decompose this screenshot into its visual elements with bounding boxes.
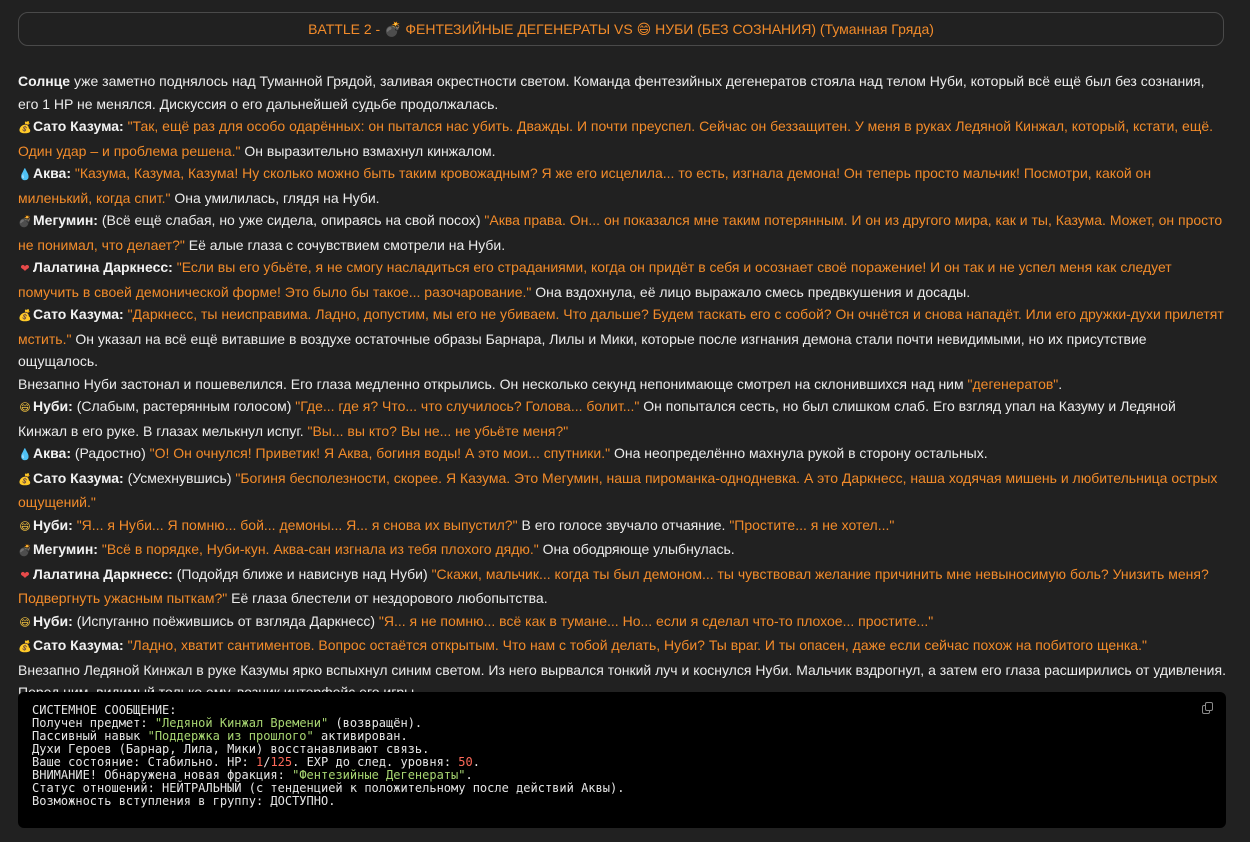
smiley-icon: 😄 <box>19 520 31 533</box>
bomb-icon: 💣 <box>18 545 32 557</box>
system-message-code-block: СИСТЕМНОЕ СООБЩЕНИЕ: Получен предмет: "Л… <box>18 692 1226 828</box>
dialogue-line: 😄 Нуби: "Я... я Нуби... Я помню... бой...… <box>18 514 1228 539</box>
dialogue-line: 💧Аква: "Казума, Казума, Казума! Ну сколь… <box>18 165 1152 206</box>
money-bag-icon: 💰 <box>18 310 32 322</box>
paragraph: Внезапно Нуби застонал и пошевелился. Ег… <box>18 375 1063 392</box>
speaker-name: Нуби: <box>33 612 73 629</box>
story-text: Солнце уже заметно поднялось над Туманно… <box>18 70 1228 704</box>
heart-icon: ❤ <box>20 569 30 582</box>
speaker-name: Сато Казума: <box>33 637 124 653</box>
speaker-name: Лалатина Даркнесс: <box>33 565 173 582</box>
speaker-name: Нуби: <box>33 398 73 414</box>
speaker-name: Сато Казума: <box>33 118 124 134</box>
dialogue-line: 💣Мегумин: "Всё в порядке, Нуби-кун. Аква… <box>18 538 1228 563</box>
bomb-icon: 💣 <box>18 216 32 228</box>
money-bag-icon: 💰 <box>18 641 32 653</box>
battle-title: BATTLE 2 - 💣 ФЕНТЕЗИЙНЫЕ ДЕГЕНЕРАТЫ VS 😄… <box>308 20 934 37</box>
paragraph: Солнце уже заметно поднялось над Туманно… <box>18 73 1205 112</box>
droplet-icon: 💧 <box>18 449 32 461</box>
dialogue-line: 💰Сато Казума: (Усмехнувшись) "Богиня бес… <box>18 469 1218 511</box>
speaker-name: Мегумин: <box>33 212 98 228</box>
dialogue-line: 😄 Нуби: (Испуганно поёжившись от взгляда … <box>18 610 1228 635</box>
dialogue-line: ❤ Лалатина Даркнесс: "Если вы его убьёте,… <box>18 259 1172 300</box>
dialogue-line: 💰Сато Казума: "Ладно, хватит сантиментов… <box>18 634 1228 659</box>
speaker-name: Аква: <box>33 445 71 461</box>
speaker-name: Сато Казума: <box>33 306 124 322</box>
speaker-name: Аква: <box>33 165 71 181</box>
dialogue-line: 😄 Нуби: (Слабым, растерянным голосом) "Гд… <box>18 398 1176 439</box>
dialogue-line: 💧Аква: (Радостно) "О! Он очнулся! Привет… <box>18 442 1228 467</box>
copy-icon[interactable] <box>1202 702 1214 715</box>
battle-header: BATTLE 2 - 💣 ФЕНТЕЗИЙНЫЕ ДЕГЕНЕРАТЫ VS 😄… <box>18 12 1224 46</box>
droplet-icon: 💧 <box>18 169 32 181</box>
heart-icon: ❤ <box>20 263 30 275</box>
speaker-name: Сато Казума: <box>33 469 124 486</box>
smiley-icon: 😄 <box>19 402 31 414</box>
money-bag-icon: 💰 <box>18 122 32 134</box>
dialogue-line: 💰Сато Казума: "Так, ещё раз для особо од… <box>18 118 1214 159</box>
speaker-name: Мегумин: <box>33 541 98 557</box>
dialogue-line: 💣Мегумин: (Всё ещё слабая, но уже сидела… <box>18 212 1223 253</box>
smiley-icon: 😄 <box>19 616 31 629</box>
dialogue-line: ❤ Лалатина Даркнесс: (Подойдя ближе и нав… <box>18 565 1209 607</box>
speaker-name: Лалатина Даркнесс: <box>33 259 173 275</box>
speaker-name: Нуби: <box>33 516 73 533</box>
dialogue-line: 💰Сато Казума: "Даркнесс, ты неисправима.… <box>18 306 1224 369</box>
money-bag-icon: 💰 <box>18 473 32 486</box>
